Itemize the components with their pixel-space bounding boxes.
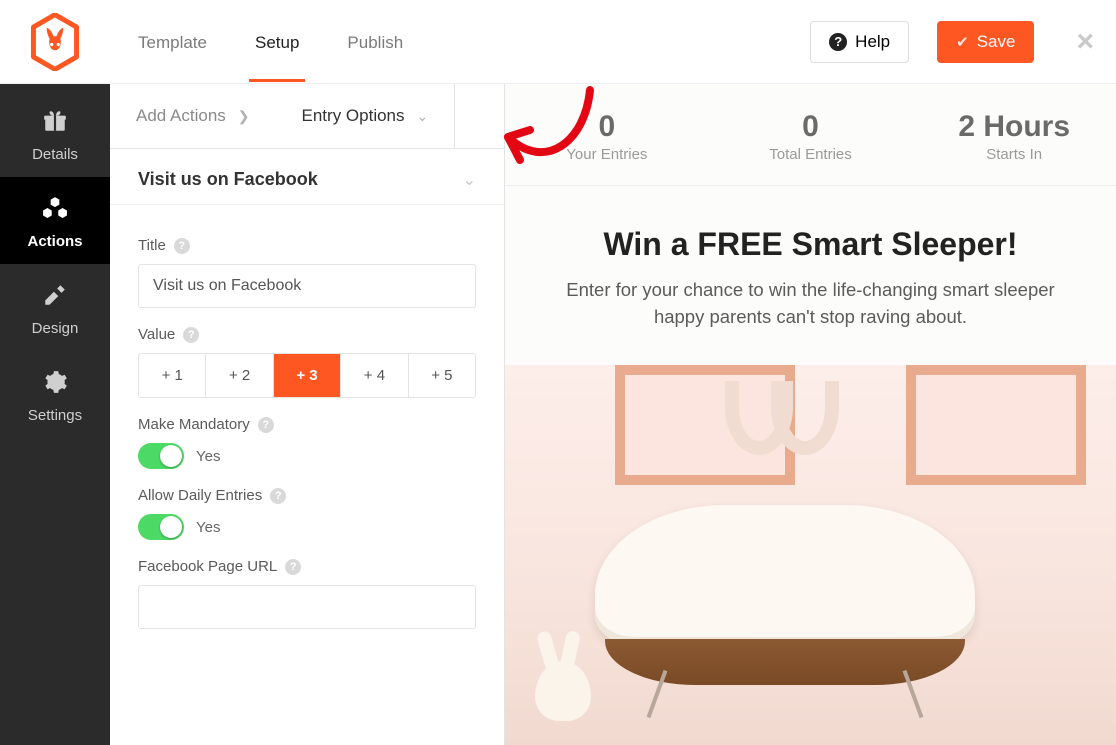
chevron-down-icon: ⌄ bbox=[417, 108, 429, 125]
subtab-label: Add Actions bbox=[136, 106, 226, 126]
section-header[interactable]: Visit us on Facebook ⌄ bbox=[110, 149, 504, 205]
sidebar-item-actions[interactable]: Actions bbox=[0, 177, 110, 264]
label-value: Value ? bbox=[138, 326, 476, 343]
help-button[interactable]: ? Help bbox=[810, 21, 909, 63]
action-form: Title ? Value ? + 1 + 2 + 3 + 4 + 5 Make… bbox=[110, 205, 504, 643]
preview-pane: 0 Your Entries 0 Total Entries 2 Hours S… bbox=[505, 84, 1116, 745]
sidebar-label: Settings bbox=[28, 407, 82, 424]
toggle-value: Yes bbox=[196, 519, 220, 536]
fburl-input[interactable] bbox=[138, 585, 476, 629]
tab-template[interactable]: Template bbox=[138, 3, 207, 81]
sidebar-label: Design bbox=[32, 320, 79, 337]
blocks-icon bbox=[0, 195, 110, 227]
value-option-5[interactable]: + 5 bbox=[408, 354, 475, 397]
stat-number: 2 Hours bbox=[920, 110, 1108, 144]
chevron-down-icon: ⌄ bbox=[463, 170, 476, 190]
tab-publish[interactable]: Publish bbox=[347, 3, 403, 81]
tab-setup[interactable]: Setup bbox=[255, 3, 299, 81]
stat-label: Starts In bbox=[920, 146, 1108, 163]
wall-frame-icon bbox=[906, 365, 1086, 485]
pencil-ruler-icon bbox=[0, 282, 110, 314]
sidebar-item-settings[interactable]: Settings bbox=[0, 351, 110, 438]
hero-title: Win a FREE Smart Sleeper! bbox=[535, 226, 1086, 263]
help-icon[interactable]: ? bbox=[183, 327, 199, 343]
value-segments: + 1 + 2 + 3 + 4 + 5 bbox=[138, 353, 476, 398]
subtab-entry-options[interactable]: Entry Options ⌄ bbox=[276, 84, 456, 148]
logo-cell bbox=[0, 0, 110, 84]
main-area: Add Actions ❯ Entry Options ⌄ Visit us o… bbox=[110, 84, 1116, 745]
stat-number: 0 bbox=[513, 110, 701, 144]
help-icon[interactable]: ? bbox=[174, 238, 190, 254]
check-icon: ✔ bbox=[956, 33, 969, 51]
hero: Win a FREE Smart Sleeper! Enter for your… bbox=[505, 186, 1116, 351]
gear-icon bbox=[0, 369, 110, 401]
toggle-value: Yes bbox=[196, 448, 220, 465]
help-label: Help bbox=[855, 32, 890, 52]
value-option-3[interactable]: + 3 bbox=[273, 354, 340, 397]
value-option-2[interactable]: + 2 bbox=[205, 354, 272, 397]
daily-toggle[interactable] bbox=[138, 514, 184, 540]
stat-total-entries: 0 Total Entries bbox=[709, 84, 913, 185]
brand-logo bbox=[30, 13, 80, 71]
subtab-add-actions[interactable]: Add Actions ❯ bbox=[110, 84, 276, 148]
help-icon[interactable]: ? bbox=[285, 559, 301, 575]
help-icon: ? bbox=[829, 33, 847, 51]
close-button[interactable]: × bbox=[1076, 27, 1094, 57]
title-input[interactable] bbox=[138, 264, 476, 308]
subtab-label: Entry Options bbox=[302, 106, 405, 126]
panel-subtabs: Add Actions ❯ Entry Options ⌄ bbox=[110, 84, 504, 149]
plush-bunny-icon bbox=[523, 631, 603, 721]
stat-label: Your Entries bbox=[513, 146, 701, 163]
sidebar-label: Details bbox=[32, 146, 78, 163]
help-icon[interactable]: ? bbox=[270, 488, 286, 504]
hero-subtitle: Enter for your chance to win the life-ch… bbox=[561, 277, 1061, 331]
value-option-4[interactable]: + 4 bbox=[340, 354, 407, 397]
help-icon[interactable]: ? bbox=[258, 417, 274, 433]
gift-icon bbox=[0, 108, 110, 140]
label-title: Title ? bbox=[138, 237, 476, 254]
stat-your-entries: 0 Your Entries bbox=[505, 84, 709, 185]
mandatory-toggle[interactable] bbox=[138, 443, 184, 469]
sidebar-item-design[interactable]: Design bbox=[0, 264, 110, 351]
top-tabs: Template Setup Publish bbox=[138, 3, 403, 81]
config-panel: Add Actions ❯ Entry Options ⌄ Visit us o… bbox=[110, 84, 505, 745]
hero-image bbox=[505, 365, 1116, 745]
stat-number: 0 bbox=[717, 110, 905, 144]
stat-starts-in: 2 Hours Starts In bbox=[912, 84, 1116, 185]
stats-row: 0 Your Entries 0 Total Entries 2 Hours S… bbox=[505, 84, 1116, 186]
sidebar-item-details[interactable]: Details bbox=[0, 90, 110, 177]
save-label: Save bbox=[977, 32, 1016, 52]
section-title: Visit us on Facebook bbox=[138, 169, 318, 190]
wall-hanging-icon bbox=[725, 381, 825, 441]
stat-label: Total Entries bbox=[717, 146, 905, 163]
chevron-right-icon: ❯ bbox=[238, 108, 250, 125]
top-bar: Template Setup Publish ? Help ✔ Save × bbox=[110, 0, 1116, 84]
left-sidebar: Details Actions Design Settings bbox=[0, 84, 110, 745]
label-mandatory: Make Mandatory ? bbox=[138, 416, 476, 433]
label-daily: Allow Daily Entries ? bbox=[138, 487, 476, 504]
save-button[interactable]: ✔ Save bbox=[937, 21, 1034, 63]
bassinet-icon bbox=[595, 505, 975, 705]
sidebar-label: Actions bbox=[27, 233, 82, 250]
label-fburl: Facebook Page URL ? bbox=[138, 558, 476, 575]
value-option-1[interactable]: + 1 bbox=[139, 354, 205, 397]
